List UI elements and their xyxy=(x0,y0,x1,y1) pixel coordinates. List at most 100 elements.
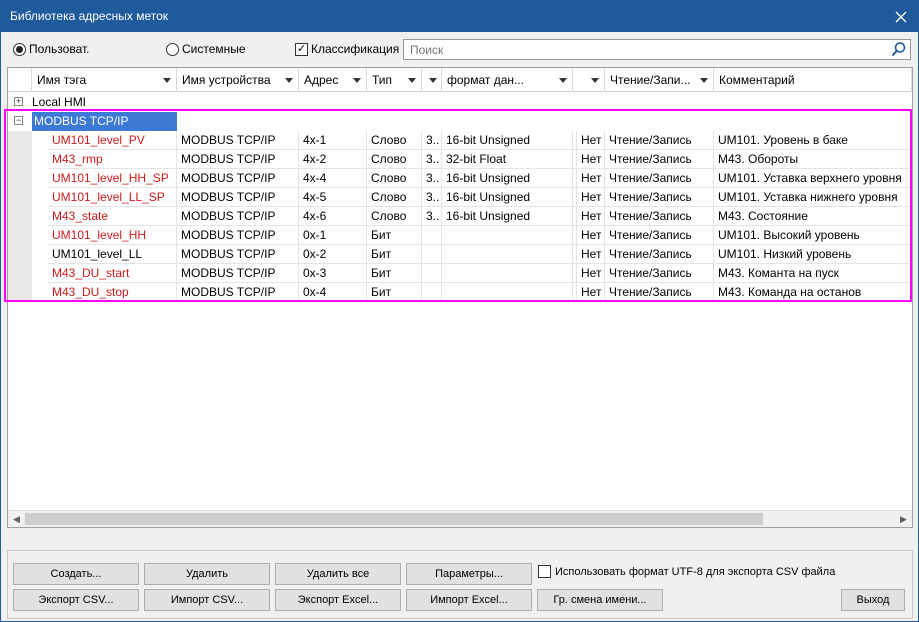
table-row[interactable]: UM101_level_HH MODBUS TCP/IP 0x-1 Бит Нет Чте… xyxy=(8,226,912,245)
cell-type: Слово xyxy=(367,169,422,188)
params-button[interactable]: Параметры... xyxy=(406,563,532,585)
horizontal-scrollbar[interactable]: ◀ ▶ xyxy=(8,510,912,527)
radio-user-label: Пользоват. xyxy=(29,42,90,56)
cell-unnamed-1: 3.. xyxy=(422,150,442,169)
cell-unnamed-1 xyxy=(422,283,442,302)
cell-read-write: Чтение/Запись xyxy=(605,264,714,283)
table-row[interactable]: M43_state MODBUS TCP/IP 4x-6 Слово 3.. 16-bit… xyxy=(8,207,912,226)
import-csv-button[interactable]: Импорт CSV... xyxy=(144,589,270,611)
cell-read-write: Чтение/Запись xyxy=(605,150,714,169)
cell-device-name: MODBUS TCP/IP xyxy=(177,150,299,169)
cell-type: Бит xyxy=(367,283,422,302)
cell-type: Слово xyxy=(367,188,422,207)
filter-arrow-icon[interactable] xyxy=(559,78,567,83)
cell-unnamed-2: Нет xyxy=(577,226,605,245)
filter-arrow-icon[interactable] xyxy=(429,78,437,83)
search-icon[interactable] xyxy=(890,41,908,58)
create-button[interactable]: Создать... xyxy=(13,563,139,585)
cell-data-format: 16-bit Unsigned xyxy=(442,169,573,188)
utf8-label: Использовать формат UTF-8 для экспорта C… xyxy=(555,565,836,578)
cell-type: Слово xyxy=(367,131,422,150)
filter-arrow-icon[interactable] xyxy=(408,78,416,83)
cell-comment: UM101. Уставка верхнего уровня xyxy=(714,169,912,188)
col-unnamed-2[interactable] xyxy=(573,68,605,92)
expand-icon[interactable]: + xyxy=(14,97,23,106)
cell-device-name: MODBUS TCP/IP xyxy=(177,131,299,150)
radio-user-indicator xyxy=(13,42,26,56)
table-row[interactable]: M43_DU_start MODBUS TCP/IP 0x-3 Бит Нет Чтени… xyxy=(8,264,912,283)
cell-unnamed-2: Нет xyxy=(577,188,605,207)
import-excel-button[interactable]: Импорт Excel... xyxy=(406,589,532,611)
export-csv-button[interactable]: Экспорт CSV... xyxy=(13,589,139,611)
col-device-name[interactable]: Имя устройства xyxy=(177,68,299,92)
rename-button[interactable]: Гр. смена имени... xyxy=(537,589,663,611)
col-read-write[interactable]: Чтение/Запи... xyxy=(605,68,714,92)
filter-arrow-icon[interactable] xyxy=(591,78,599,83)
exit-button[interactable]: Выход xyxy=(841,589,905,611)
col-data-format[interactable]: формат дан... xyxy=(442,68,573,92)
radio-user[interactable]: Пользоват. xyxy=(13,42,89,56)
utf8-checkbox[interactable]: Использовать формат UTF-8 для экспорта C… xyxy=(538,565,835,578)
row-gutter xyxy=(8,131,32,150)
scroll-thumb[interactable] xyxy=(25,513,763,525)
cell-tag-name: UM101_level_HH xyxy=(48,226,177,245)
row-gutter xyxy=(8,264,32,283)
scroll-right-icon[interactable]: ▶ xyxy=(895,511,912,527)
search-input[interactable] xyxy=(404,40,884,59)
table-row[interactable]: UM101_level_HH_SP MODBUS TCP/IP 4x-4 Слово 3… xyxy=(8,169,912,188)
export-excel-button[interactable]: Экспорт Excel... xyxy=(275,589,401,611)
group-label: MODBUS TCP/IP xyxy=(32,112,177,131)
cell-data-format xyxy=(442,226,573,245)
row-gutter xyxy=(8,169,32,188)
cell-address: 0x-3 xyxy=(299,264,367,283)
cell-type: Слово xyxy=(367,150,422,169)
col-tag-name[interactable]: Имя тэга xyxy=(32,68,177,92)
delete-all-button[interactable]: Удалить все xyxy=(275,563,401,585)
col-unnamed-1[interactable] xyxy=(422,68,442,92)
table-row[interactable]: M43_rmp MODBUS TCP/IP 4x-2 Слово 3.. 32-bit F… xyxy=(8,150,912,169)
cell-comment: M43. Команда на останов xyxy=(714,283,912,302)
close-button[interactable] xyxy=(884,1,918,32)
col-comment[interactable]: Комментарий xyxy=(714,68,912,92)
cell-comment: UM101. Высокий уровень xyxy=(714,226,912,245)
search-box xyxy=(403,39,911,60)
cell-address: 0x-2 xyxy=(299,245,367,264)
cell-device-name: MODBUS TCP/IP xyxy=(177,169,299,188)
cell-address: 0x-4 xyxy=(299,283,367,302)
filter-toolbar: Пользоват. Системные ✓ Классификация xyxy=(1,35,918,63)
delete-button[interactable]: Удалить xyxy=(144,563,270,585)
cell-tag-name: M43_DU_start xyxy=(48,264,177,283)
table-row[interactable]: UM101_level_PV MODBUS TCP/IP 4x-1 Слово 3.. 1… xyxy=(8,131,912,150)
row-gutter xyxy=(8,188,32,207)
table-row[interactable]: M43_DU_stop MODBUS TCP/IP 0x-4 Бит Нет Чтение… xyxy=(8,283,912,302)
cell-data-format xyxy=(442,245,573,264)
collapse-icon[interactable]: − xyxy=(14,116,23,125)
group-modbus[interactable]: − MODBUS TCP/IP xyxy=(8,112,912,131)
button-panel: Создать... Удалить Удалить все Параметры… xyxy=(7,550,913,619)
col-type[interactable]: Тип xyxy=(367,68,422,92)
table-row[interactable]: UM101_level_LL_SP MODBUS TCP/IP 4x-5 Слово 3… xyxy=(8,188,912,207)
cell-type: Бит xyxy=(367,264,422,283)
cell-read-write: Чтение/Запись xyxy=(605,245,714,264)
filter-arrow-icon[interactable] xyxy=(700,78,708,83)
col-address[interactable]: Адрес xyxy=(299,68,367,92)
cell-data-format xyxy=(442,283,573,302)
cell-data-format: 16-bit Unsigned xyxy=(442,131,573,150)
filter-arrow-icon[interactable] xyxy=(285,78,293,83)
row-gutter xyxy=(8,283,32,302)
cell-data-format: 16-bit Unsigned xyxy=(442,188,573,207)
classify-checkbox[interactable]: ✓ Классификация xyxy=(295,42,399,56)
cell-tag-name: UM101_level_PV xyxy=(48,131,177,150)
radio-system-indicator xyxy=(166,42,179,56)
scroll-left-icon[interactable]: ◀ xyxy=(8,511,25,527)
cell-comment: M43. Состояние xyxy=(714,207,912,226)
cell-unnamed-2: Нет xyxy=(577,264,605,283)
cell-tag-name: UM101_level_HH_SP xyxy=(48,169,177,188)
cell-unnamed-2: Нет xyxy=(577,131,605,150)
table-row[interactable]: UM101_level_LL MODBUS TCP/IP 0x-2 Бит Нет Чте… xyxy=(8,245,912,264)
filter-arrow-icon[interactable] xyxy=(163,78,171,83)
radio-system[interactable]: Системные xyxy=(166,42,246,56)
group-local-hmi[interactable]: + Local HMI xyxy=(8,93,912,112)
cell-read-write: Чтение/Запись xyxy=(605,131,714,150)
filter-arrow-icon[interactable] xyxy=(353,78,361,83)
